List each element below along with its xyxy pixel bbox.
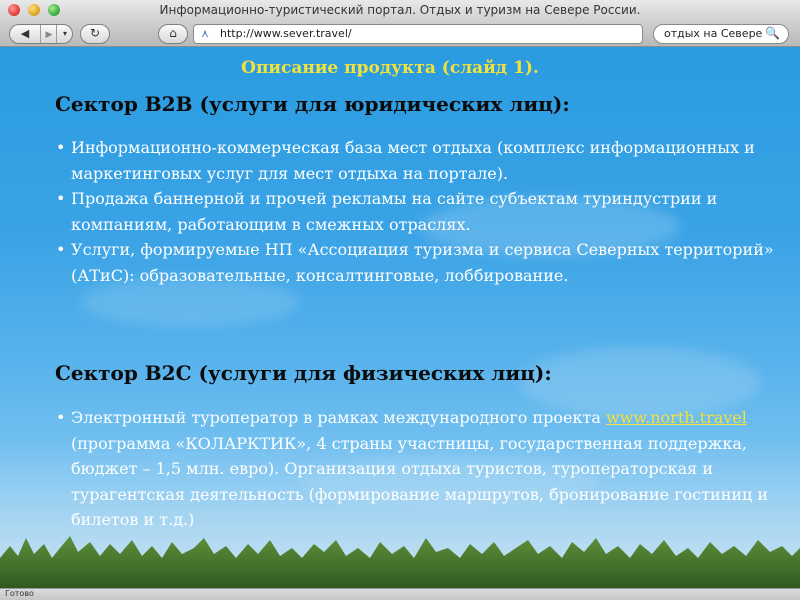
title-bar: Информационно-туристический портал. Отды… bbox=[0, 0, 800, 23]
back-arrow-icon: ◀ bbox=[20, 27, 30, 40]
reload-button[interactable]: ↻ bbox=[80, 24, 110, 44]
home-icon: ⌂ bbox=[169, 26, 177, 40]
list-item-suffix: (программа «КОЛАРКТИК», 4 страны участни… bbox=[71, 433, 769, 530]
search-icon[interactable]: 🔍 bbox=[765, 26, 780, 40]
forward-button[interactable]: ▶ bbox=[40, 25, 57, 43]
browser-toolbar: ◀ ▶ ▾ ↻ ⌂ ⋏ http://www.sever.travel/ отд… bbox=[0, 22, 800, 47]
list-item: Информационно-коммерческая база мест отд… bbox=[55, 135, 775, 186]
list-item: Услуги, формируемые НП «Ассоциация туриз… bbox=[55, 237, 775, 288]
b2c-list: Электронный туроператор в рамках междуна… bbox=[55, 405, 775, 533]
page-viewport: Описание продукта (слайд 1). Сектор B2B … bbox=[0, 47, 800, 588]
slide-title: Описание продукта (слайд 1). bbox=[241, 58, 539, 78]
search-query[interactable]: отдых на Севере bbox=[664, 27, 762, 40]
list-item: Электронный туроператор в рамках междуна… bbox=[55, 405, 775, 533]
b2b-list: Информационно-коммерческая база мест отд… bbox=[55, 135, 775, 288]
browser-window: Информационно-туристический портал. Отды… bbox=[0, 0, 800, 600]
search-field[interactable]: отдых на Севере 🔍 bbox=[653, 24, 789, 44]
b2b-section-heading: Сектор B2B (услуги для юридических лиц): bbox=[55, 92, 570, 116]
status-text: Готово bbox=[5, 589, 34, 598]
b2c-section-heading: Сектор B2C (услуги для физических лиц): bbox=[55, 361, 552, 385]
navigation-buttons: ◀ ▶ ▾ bbox=[9, 24, 73, 44]
history-menu-button[interactable]: ▾ bbox=[56, 25, 73, 43]
north-travel-link[interactable]: www.north.travel bbox=[606, 408, 747, 427]
url-text[interactable]: http://www.sever.travel/ bbox=[220, 27, 352, 40]
list-item: Продажа баннерной и прочей рекламы на са… bbox=[55, 186, 775, 237]
reload-icon: ↻ bbox=[89, 26, 101, 40]
chevron-down-icon: ▾ bbox=[62, 29, 67, 38]
back-button[interactable]: ◀ bbox=[10, 25, 40, 43]
list-item-prefix: Электронный туроператор в рамках междуна… bbox=[71, 408, 606, 427]
site-favicon-icon: ⋏ bbox=[201, 27, 210, 40]
address-bar[interactable]: ⋏ http://www.sever.travel/ bbox=[193, 24, 643, 44]
window-title: Информационно-туристический портал. Отды… bbox=[159, 3, 641, 17]
status-bar: Готово bbox=[0, 588, 800, 600]
forward-arrow-icon: ▶ bbox=[45, 30, 53, 40]
home-button[interactable]: ⌂ bbox=[158, 24, 188, 44]
